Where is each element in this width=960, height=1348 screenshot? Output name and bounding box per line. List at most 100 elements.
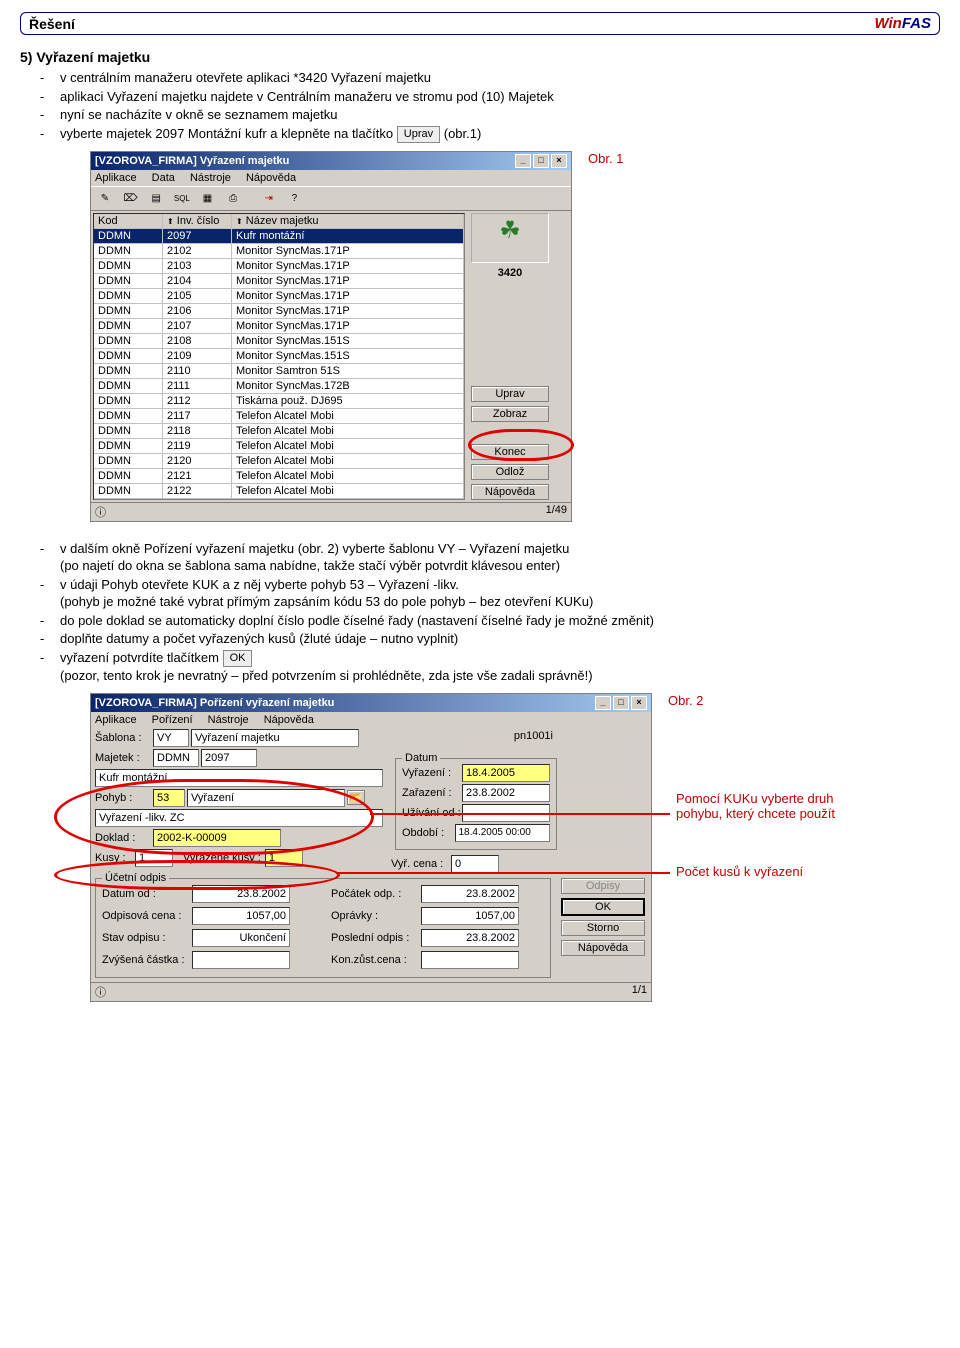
table-row[interactable]: DDMN2112Tiskárna použ. DJ695 — [94, 394, 464, 409]
doklad-input[interactable]: 2002-K-00009 — [153, 829, 281, 847]
toolbar-help-icon[interactable]: ? — [284, 190, 304, 208]
cell-nazev: Monitor SyncMas.171P — [232, 274, 464, 289]
kuk-open-icon[interactable]: 📂 — [347, 790, 365, 805]
menu-nastroje[interactable]: Nástroje — [208, 714, 249, 726]
table-row[interactable]: DDMN2110Monitor Samtron 51S — [94, 364, 464, 379]
cell-kod: DDMN — [94, 424, 163, 439]
window-title: [VZOROVA_FIRMA] Vyřazení majetku — [95, 155, 289, 167]
menu-nastroje[interactable]: Nástroje — [190, 172, 231, 184]
col-nazev[interactable]: ⬆ Název majetku — [232, 214, 464, 229]
cell-kod: DDMN — [94, 454, 163, 469]
zobraz-button[interactable]: Zobraz — [471, 406, 549, 422]
menu-aplikace[interactable]: Aplikace — [95, 714, 137, 726]
obdobi-input[interactable]: 18.4.2005 00:00 — [455, 824, 551, 842]
table-row[interactable]: DDMN2111Monitor SyncMas.172B — [94, 379, 464, 394]
vyrazeni-input[interactable]: 18.4.2005 — [462, 764, 550, 782]
status-info-icon[interactable]: ⓘ — [95, 504, 106, 520]
vyrcena-input[interactable]: 0 — [451, 855, 499, 873]
table-row[interactable]: DDMN2118Telefon Alcatel Mobi — [94, 424, 464, 439]
cell-kod: DDMN — [94, 469, 163, 484]
table-row[interactable]: DDMN2102Monitor SyncMas.171P — [94, 244, 464, 259]
toolbar-sql-icon[interactable]: SQL — [172, 190, 192, 208]
table-row[interactable]: DDMN2117Telefon Alcatel Mobi — [94, 409, 464, 424]
vyrcena-label: Vyř. cena : — [391, 858, 451, 870]
bullet: aplikaci Vyřazení majetku najdete v Cent… — [32, 88, 940, 106]
table-row[interactable]: DDMN2119Telefon Alcatel Mobi — [94, 439, 464, 454]
table-row[interactable]: DDMN2121Telefon Alcatel Mobi — [94, 469, 464, 484]
majetek-grid[interactable]: Kod ⬆ Inv. číslo ⬆ Název majetku DDMN209… — [93, 213, 465, 500]
uprav-button[interactable]: Uprav — [471, 386, 549, 402]
majetek-num-input[interactable]: 2097 — [201, 749, 257, 767]
ucetni-legend: Účetní odpis — [102, 872, 169, 884]
table-row[interactable]: DDMN2120Telefon Alcatel Mobi — [94, 454, 464, 469]
majetek-name-input[interactable]: Kufr montážní — [95, 769, 383, 787]
close-icon[interactable]: × — [551, 154, 567, 168]
menu-napoveda[interactable]: Nápověda — [264, 714, 314, 726]
annotation-kusy: Počet kusů k vyřazení — [676, 864, 876, 879]
minimize-icon[interactable]: _ — [595, 696, 611, 710]
konec-button[interactable]: Konec — [471, 444, 549, 460]
napoveda-button[interactable]: Nápověda — [471, 484, 549, 500]
menu-porizeni[interactable]: Pořízení — [152, 714, 193, 726]
table-row[interactable]: DDMN2103Monitor SyncMas.171P — [94, 259, 464, 274]
menu-data[interactable]: Data — [152, 172, 175, 184]
sablona-name-input[interactable]: Vyřazení majetku — [191, 729, 359, 747]
col-kod[interactable]: Kod — [94, 214, 163, 229]
toolbar-exit-icon[interactable]: ⇥ — [259, 190, 279, 208]
table-row[interactable]: DDMN2122Telefon Alcatel Mobi — [94, 484, 464, 499]
minimize-icon[interactable]: _ — [515, 154, 531, 168]
header-box: Řešení WinFAS — [20, 12, 940, 35]
kusy-input[interactable]: 1 — [135, 849, 173, 867]
cell-kod: DDMN — [94, 304, 163, 319]
status-info-icon[interactable]: ⓘ — [95, 984, 106, 1000]
opravky-label: Oprávky : — [331, 910, 421, 922]
table-row[interactable]: DDMN2108Monitor SyncMas.151S — [94, 334, 464, 349]
table-row[interactable]: DDMN2107Monitor SyncMas.171P — [94, 319, 464, 334]
opravky-value: 1057,00 — [421, 907, 519, 925]
vyrkusy-input[interactable]: 1 — [265, 849, 303, 867]
cell-inv: 2110 — [163, 364, 232, 379]
maximize-icon[interactable]: □ — [533, 154, 549, 168]
majetek-code-input[interactable]: DDMN — [153, 749, 199, 767]
obdobi-label: Období : — [402, 827, 455, 839]
titlebar: [VZOROVA_FIRMA] Pořízení vyřazení majetk… — [91, 694, 651, 712]
table-row[interactable]: DDMN2104Monitor SyncMas.171P — [94, 274, 464, 289]
odloz-button[interactable]: Odlož — [471, 464, 549, 480]
toolbar-icon[interactable]: ⎙ — [223, 190, 243, 208]
col-inv[interactable]: ⬆ Inv. číslo — [163, 214, 232, 229]
inline-ok-button[interactable]: OK — [223, 650, 253, 667]
section-5-title: 5) Vyřazení majetku — [20, 49, 940, 65]
toolbar-icon[interactable]: ✎ — [95, 190, 115, 208]
window-title: [VZOROVA_FIRMA] Pořízení vyřazení majetk… — [95, 697, 334, 709]
menu-napoveda[interactable]: Nápověda — [246, 172, 296, 184]
menu-aplikace[interactable]: Aplikace — [95, 172, 137, 184]
table-row[interactable]: DDMN2109Monitor SyncMas.151S — [94, 349, 464, 364]
table-row[interactable]: DDMN2106Monitor SyncMas.171P — [94, 304, 464, 319]
napoveda-button[interactable]: Nápověda — [561, 940, 645, 956]
posl-value: 23.8.2002 — [421, 929, 519, 947]
header-title: Řešení — [29, 16, 75, 32]
window-porizeni-vyrazeni: [VZOROVA_FIRMA] Pořízení vyřazení majetk… — [90, 693, 652, 1002]
toolbar-icon[interactable]: ⌦ — [121, 190, 141, 208]
pohyb-code-input[interactable]: 53 — [153, 789, 185, 807]
sablona-label: Šablona : — [95, 732, 153, 744]
close-icon[interactable]: × — [631, 696, 647, 710]
toolbar-icon[interactable]: ▤ — [146, 190, 166, 208]
table-row[interactable]: DDMN2097Kufr montážní — [94, 229, 464, 244]
pohyb-full-input[interactable]: Vyřazení -likv. ZC — [95, 809, 383, 827]
toolbar: ✎ ⌦ ▤ SQL ▦ ⎙ ⇥ ? — [91, 186, 571, 211]
menubar: Aplikace Data Nástroje Nápověda — [91, 170, 571, 186]
cell-inv: 2112 — [163, 394, 232, 409]
toolbar-icon[interactable]: ▦ — [198, 190, 218, 208]
table-row[interactable]: DDMN2105Monitor SyncMas.171P — [94, 289, 464, 304]
zarazeni-input[interactable]: 23.8.2002 — [462, 784, 550, 802]
storno-button[interactable]: Storno — [561, 920, 645, 936]
bullet: nyní se nacházíte v okně se seznamem maj… — [32, 106, 940, 124]
ok-button[interactable]: OK — [561, 898, 645, 916]
sablona-code-input[interactable]: VY — [153, 729, 189, 747]
cell-kod: DDMN — [94, 334, 163, 349]
datum-legend: Datum — [402, 752, 440, 764]
inline-uprav-button[interactable]: Uprav — [397, 126, 440, 143]
maximize-icon[interactable]: □ — [613, 696, 629, 710]
pohyb-name-input[interactable]: Vyřazení — [187, 789, 345, 807]
